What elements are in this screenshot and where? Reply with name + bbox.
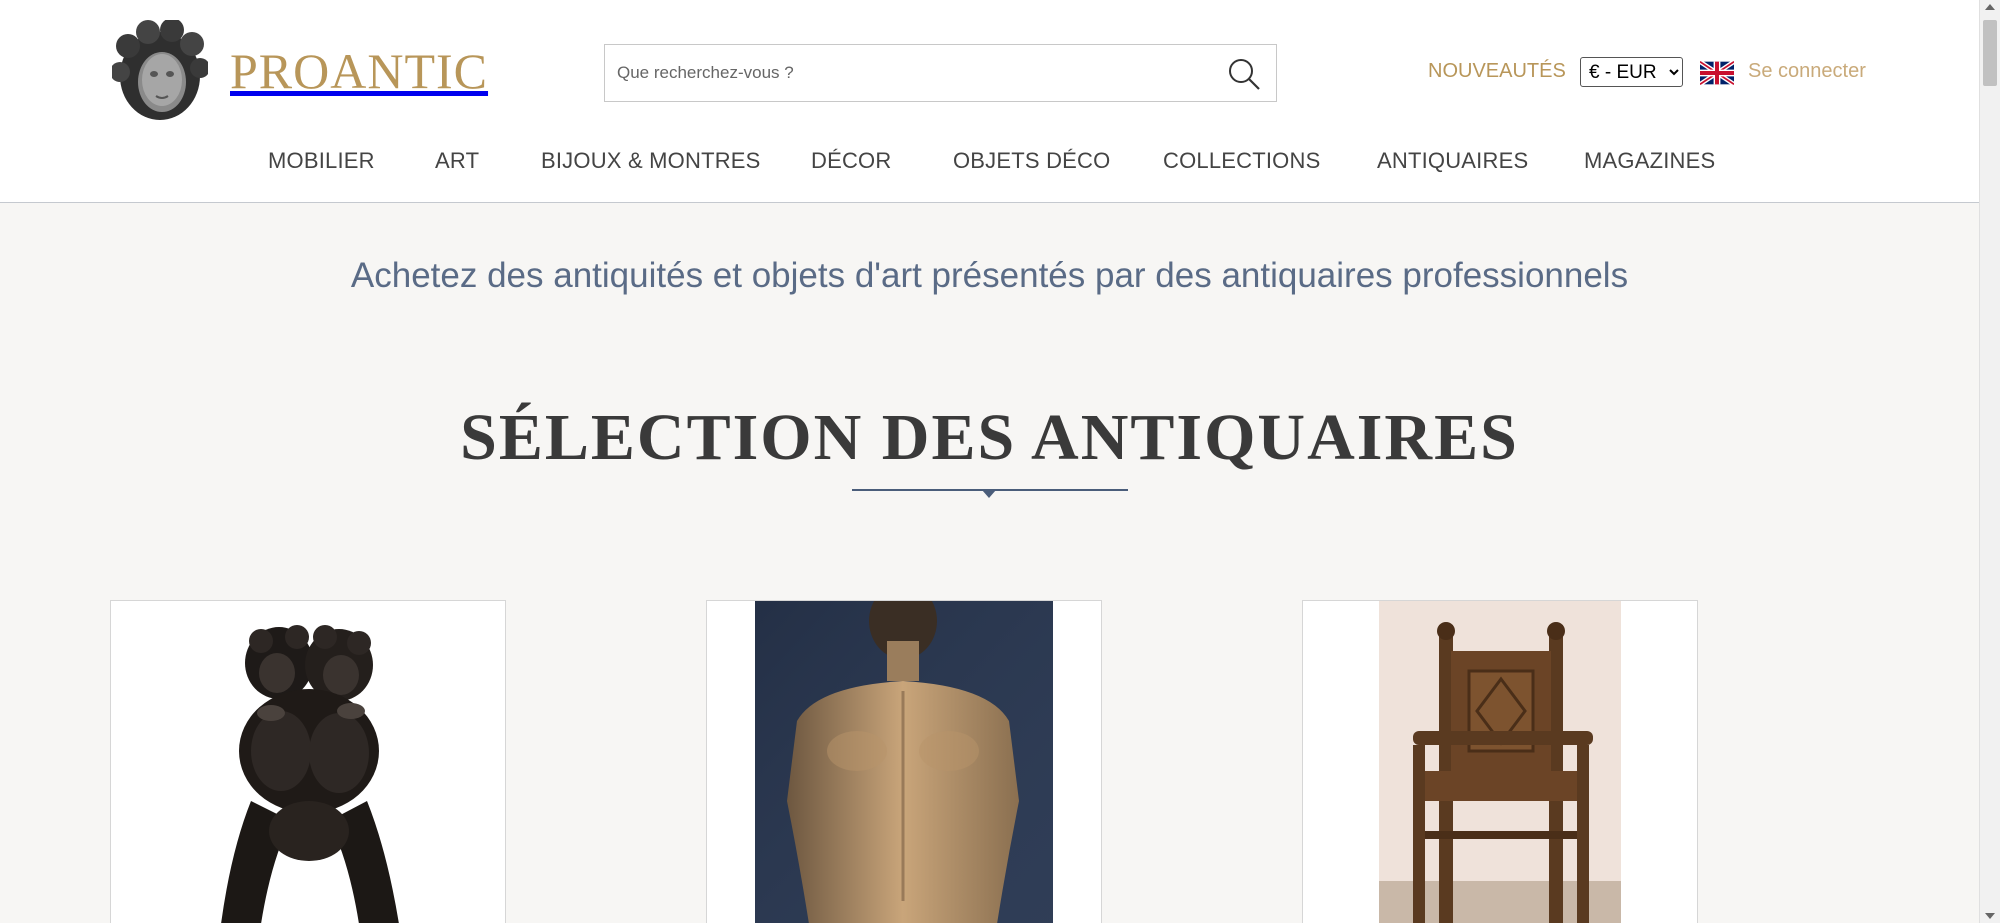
search-bar [604,44,1277,102]
nav-item-mobilier[interactable]: MOBILIER [268,148,375,174]
nav-item-antiquaires[interactable]: ANTIQUAIRES [1377,148,1528,174]
wooden-high-chair-image [1303,601,1697,923]
vertical-scrollbar[interactable] [1979,0,2000,923]
logo-text: PROANTIC [230,43,489,99]
nav-item-art[interactable]: ART [435,148,479,174]
search-icon[interactable] [1226,56,1262,92]
medusa-head-logo-icon [112,20,208,120]
section-title: SÉLECTION DES ANTIQUAIRES [460,401,1519,474]
scrollbar-thumb[interactable] [1983,20,1997,86]
product-card-bronze-cherubs[interactable] [110,600,506,923]
scroll-up-arrow-icon[interactable] [1985,4,1995,10]
divider-notch-icon [982,490,996,498]
bronze-cherubs-image [111,601,505,923]
site-header: PROANTIC NOUVEAUTÉS € - EUR Se connecter… [0,0,1979,203]
nav-item-magazines[interactable]: MAGAZINES [1584,148,1715,174]
scroll-down-arrow-icon[interactable] [1985,913,1995,919]
uk-flag-icon[interactable] [1700,60,1734,86]
main-nav: MOBILIER ART BIJOUX & MONTRES DÉCOR OBJE… [0,148,1979,178]
nav-item-decor[interactable]: DÉCOR [811,148,891,174]
nav-item-collections[interactable]: COLLECTIONS [1163,148,1320,174]
search-input[interactable] [605,45,1205,101]
logo-link[interactable]: PROANTIC [112,20,488,122]
nude-back-painting-image [707,601,1101,923]
currency-select[interactable]: € - EUR [1580,57,1683,87]
nav-item-objets-deco[interactable]: OBJETS DÉCO [953,148,1110,174]
product-card-painting-back[interactable] [706,600,1102,923]
product-card-wooden-chair[interactable] [1302,600,1698,923]
nav-item-bijoux-montres[interactable]: BIJOUX & MONTRES [541,148,761,174]
login-link[interactable]: Se connecter [1748,60,1866,83]
tagline: Achetez des antiquités et objets d'art p… [350,256,1629,295]
nouveautes-link[interactable]: NOUVEAUTÉS [1428,60,1566,83]
